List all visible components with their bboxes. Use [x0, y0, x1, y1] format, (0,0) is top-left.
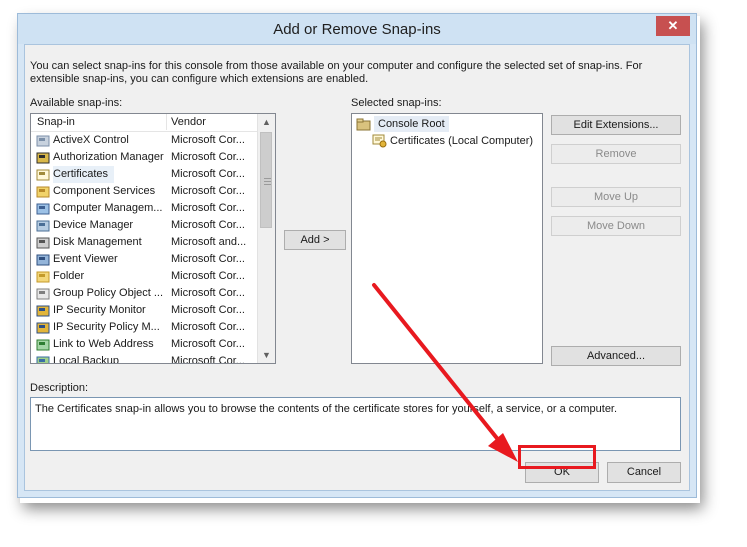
annotation-arrow-icon: [372, 283, 518, 462]
